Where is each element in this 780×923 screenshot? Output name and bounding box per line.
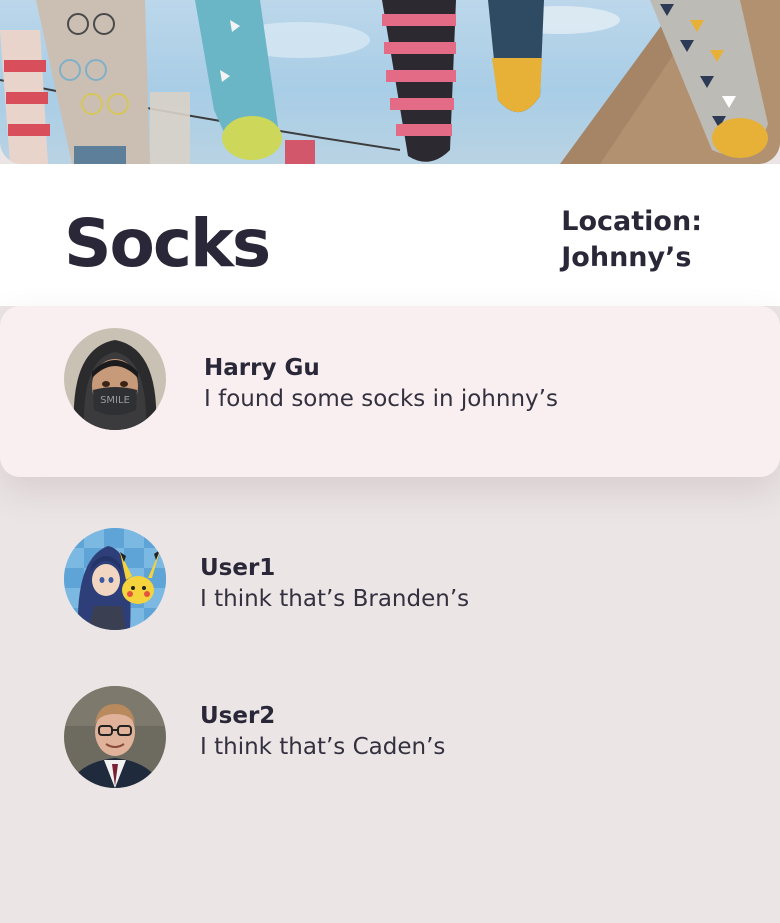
comment-body: User1 I think that’s Branden’s (200, 553, 469, 615)
page-title: Socks (64, 205, 271, 282)
avatar[interactable] (64, 686, 166, 788)
comment-author[interactable]: User2 (200, 701, 445, 731)
hooded-anime-avatar-icon: SMILE (64, 328, 166, 430)
comment-author[interactable]: Harry Gu (204, 353, 558, 383)
avatar[interactable] (64, 528, 166, 630)
hero-image (0, 0, 780, 164)
location-label: Location (561, 204, 702, 240)
comment-item[interactable]: SMILE Harry Gu I found some socks in joh… (0, 306, 780, 477)
comment-text: I think that’s Caden’s (200, 734, 446, 760)
comment-text: I found some socks in johnny’s (204, 386, 558, 412)
comment-item[interactable]: User1 I think that’s Branden’s (0, 506, 780, 656)
location-info: Location Johnny’s (561, 204, 702, 276)
comment-body: Harry Gu I found some socks in johnny’s (204, 353, 558, 415)
avatar[interactable]: SMILE (64, 328, 166, 430)
hanging-socks-photo-icon (0, 0, 780, 164)
anime-character-avatar-icon (64, 528, 166, 630)
comment-text: I think that’s Branden’s (200, 586, 470, 612)
svg-text:SMILE: SMILE (100, 395, 130, 406)
post-header: Socks Location Johnny’s (0, 164, 780, 306)
comment-author[interactable]: User1 (200, 553, 469, 583)
comment-item[interactable]: User2 I think that’s Caden’s (0, 686, 780, 836)
location-value: Johnny’s (561, 242, 692, 273)
man-in-suit-avatar-icon (64, 686, 166, 788)
comment-body: User2 I think that’s Caden’s (200, 701, 445, 763)
